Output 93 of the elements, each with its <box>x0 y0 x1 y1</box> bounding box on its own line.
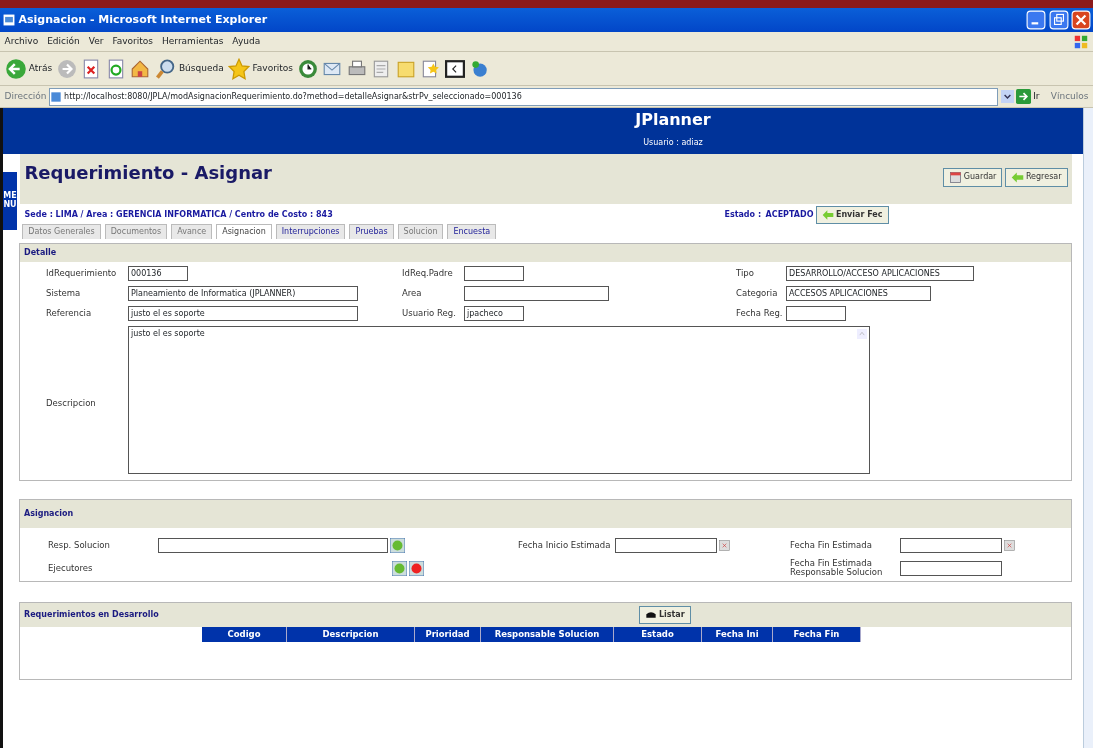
field-label: Fecha Reg. <box>736 309 784 319</box>
field-label: Area <box>402 289 423 299</box>
close-button[interactable] <box>1070 10 1091 30</box>
input-field[interactable] <box>464 266 524 282</box>
menu-tab[interactable]: MENU <box>3 172 17 230</box>
field-label: Tipo <box>736 269 755 279</box>
tab[interactable]: Asignacion <box>216 224 272 240</box>
toolbar-button[interactable]: Favoritos <box>228 57 294 80</box>
document-star-icon[interactable] <box>420 58 441 79</box>
field-label: Sistema <box>46 289 82 299</box>
column-header: Fecha Fin <box>773 627 861 642</box>
menu-item[interactable]: Archivo <box>4 34 39 49</box>
tab[interactable]: Encuesta <box>447 224 497 240</box>
address-field[interactable]: http://localhost:8080/JPLA/modAsignacionRequerimiento.do?method=detalleAsignar&strPv_seleccionado=000136 <box>48 87 999 106</box>
user-label: Usuario : adiaz <box>643 136 703 149</box>
field-label: Referencia <box>46 309 93 319</box>
field-label: Usuario Reg. <box>402 309 457 319</box>
list-button[interactable]: Listar <box>638 606 691 625</box>
add-icon[interactable] <box>390 538 406 554</box>
scrollbar[interactable] <box>1083 108 1093 748</box>
toolbar-button[interactable]: Guardar <box>942 167 1003 187</box>
scrollbar-icon <box>857 329 867 340</box>
input-field[interactable]: 000136 <box>128 266 188 282</box>
input-field[interactable] <box>900 538 1002 554</box>
panel-title: Requerimientos en Desarrollo <box>24 609 159 622</box>
input-field[interactable] <box>464 286 609 302</box>
field-label: IdRequerimiento <box>46 269 118 279</box>
menu-item[interactable]: Favoritos <box>112 34 154 49</box>
go-arrow-icon <box>1015 89 1031 104</box>
remove-icon[interactable] <box>409 560 425 576</box>
toolbar-button[interactable]: Atrás <box>4 57 53 80</box>
minimize-button[interactable] <box>1026 10 1047 30</box>
panel-title: Asignacion <box>20 500 1071 529</box>
field-label: Ejecutores <box>48 563 94 573</box>
status-label: Estado : <box>724 209 762 222</box>
description-field[interactable]: justo el es soporte <box>128 326 870 475</box>
windows-logo-icon <box>1072 33 1089 50</box>
go-button[interactable]: Ir <box>1015 89 1040 104</box>
window-icon[interactable] <box>444 58 465 79</box>
ie-page-icon <box>2 13 17 27</box>
tab[interactable]: Pruebas <box>349 224 394 240</box>
field-label: Categoria <box>736 289 779 299</box>
menu-item[interactable]: Herramientas <box>162 34 224 49</box>
menu-item[interactable]: Ver <box>88 34 104 49</box>
input-field[interactable]: jpacheco <box>464 306 524 322</box>
column-header: Responsable Solucion <box>481 627 614 642</box>
calendar-icon[interactable] <box>1004 540 1016 552</box>
search-icon <box>154 57 177 80</box>
input-field[interactable] <box>615 538 717 554</box>
column-header: Prioridad <box>415 627 481 642</box>
column-header: Codigo <box>202 627 287 642</box>
star-icon <box>228 57 251 80</box>
field-label: Fecha Inicio Estimada <box>518 541 612 551</box>
input-field[interactable]: ACCESOS APLICACIONES <box>786 286 931 302</box>
field-label: Fecha Fin Estimada Responsable Solucion <box>790 559 884 578</box>
input-field[interactable]: justo el es soporte <box>128 306 358 322</box>
column-header: Fecha Ini <box>702 627 773 642</box>
input-field[interactable] <box>158 538 388 554</box>
field-label: Descripcion <box>46 398 97 408</box>
toolbar-button[interactable]: Regresar <box>1004 167 1068 187</box>
input-field[interactable]: Planeamiento de Informatica (JPLANNER) <box>128 286 358 302</box>
field-label: IdReq.Padre <box>402 269 454 279</box>
arrow-icon <box>821 209 834 222</box>
column-header: Estado <box>614 627 702 642</box>
calendar-icon[interactable] <box>719 540 731 552</box>
menu-item[interactable]: Ayuda <box>232 34 261 49</box>
app-title: JPlanner <box>635 109 711 131</box>
field-label: Resp. Solucion <box>48 541 111 551</box>
add-icon[interactable] <box>392 560 407 576</box>
column-header: Descripcion <box>287 627 415 642</box>
ie-page-icon <box>49 90 62 103</box>
field-label: Fecha Fin Estimada <box>790 541 873 551</box>
breadcrumb-text: Sede : LIMA / Area : GERENCIA INFORMATICA / Centro de Costo : 843 <box>24 209 333 222</box>
history-icon[interactable] <box>297 58 318 79</box>
tab[interactable]: Interrupciones <box>275 224 346 240</box>
restore-button[interactable] <box>1048 10 1069 30</box>
status-value: ACEPTADO <box>765 209 814 222</box>
address-label: Dirección <box>4 89 47 103</box>
home-icon[interactable] <box>130 58 151 79</box>
send-button[interactable]: Enviar Fec <box>815 206 889 225</box>
window-title: Asignacion - Microsoft Internet Explorer <box>18 11 268 28</box>
dropdown-icon[interactable] <box>1000 89 1014 104</box>
panel-title: Detalle <box>20 244 1071 263</box>
input-field[interactable]: DESARROLLO/ACCESO APLICACIONES <box>786 266 974 282</box>
page-title: Requerimiento - Asignar <box>24 160 272 185</box>
back-icon <box>4 57 27 80</box>
calendar-icon <box>948 170 962 184</box>
menu-item[interactable]: Edición <box>47 34 80 49</box>
toolbar-button[interactable]: Búsqueda <box>154 57 224 80</box>
links-label[interactable]: Vínculos <box>1050 89 1089 104</box>
input-field[interactable] <box>900 560 1002 576</box>
arrow-icon <box>1010 170 1024 184</box>
input-field[interactable] <box>786 306 846 322</box>
